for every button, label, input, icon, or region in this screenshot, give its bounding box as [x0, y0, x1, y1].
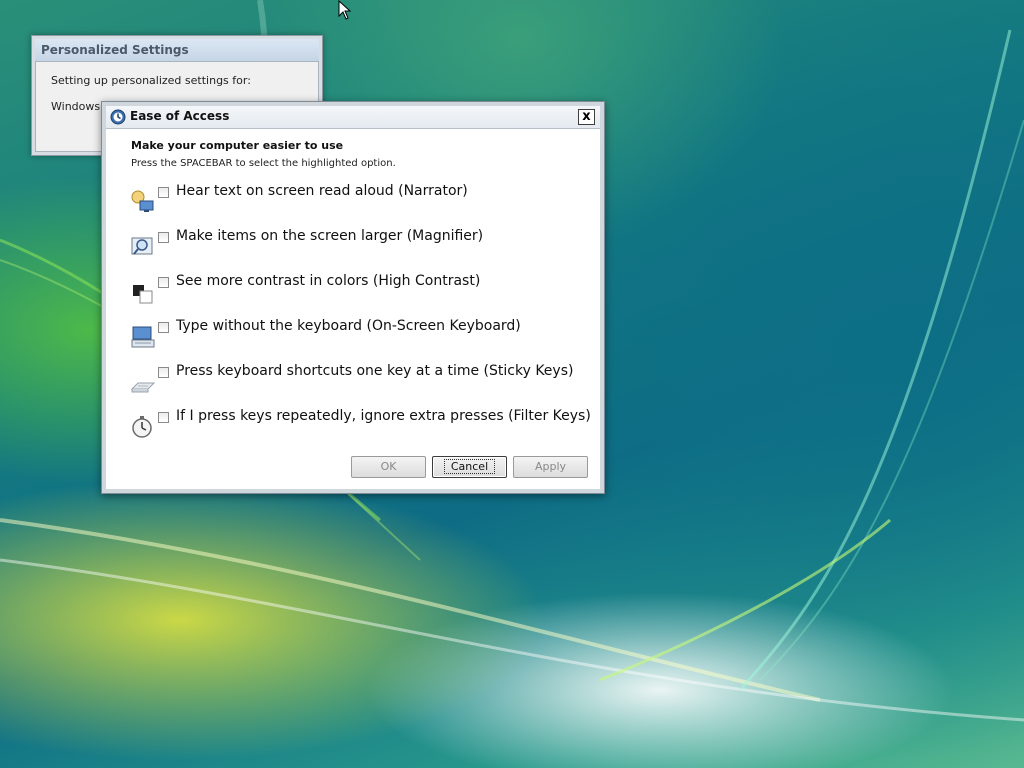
apply-button-label: Apply: [534, 460, 567, 473]
filter-keys-icon: [132, 416, 152, 438]
on-screen-keyboard-checkbox[interactable]: [158, 322, 169, 333]
filter-keys-checkbox[interactable]: [158, 412, 169, 423]
personalized-settings-title: Personalized Settings: [35, 39, 319, 61]
sticky-keys-label[interactable]: Press keyboard shortcuts one key at a ti…: [176, 363, 573, 379]
mouse-cursor-icon: [338, 0, 352, 20]
close-button[interactable]: x: [578, 109, 595, 125]
on-screen-keyboard-icon: [131, 326, 155, 348]
option-narrator[interactable]: Hear text on screen read aloud (Narrator…: [126, 183, 586, 221]
option-on-screen-keyboard[interactable]: Type without the keyboard (On-Screen Key…: [126, 318, 586, 356]
filter-keys-label[interactable]: If I press keys repeatedly, ignore extra…: [176, 408, 591, 424]
cancel-button-label: Cancel: [443, 459, 496, 474]
dialog-title: Ease of Access: [130, 109, 230, 123]
magnifier-checkbox[interactable]: [158, 232, 169, 243]
sticky-keys-checkbox[interactable]: [158, 367, 169, 378]
dialog-instructions: Press the SPACEBAR to select the highlig…: [131, 158, 396, 169]
high-contrast-checkbox[interactable]: [158, 277, 169, 288]
high-contrast-label[interactable]: See more contrast in colors (High Contra…: [176, 273, 480, 289]
close-icon: x: [582, 109, 591, 124]
sticky-keys-icon: [130, 382, 156, 393]
dialog-heading: Make your computer easier to use: [131, 139, 344, 152]
option-sticky-keys[interactable]: Press keyboard shortcuts one key at a ti…: [126, 363, 586, 401]
personalized-settings-status: Setting up personalized settings for:: [51, 74, 251, 87]
magnifier-label[interactable]: Make items on the screen larger (Magnifi…: [176, 228, 483, 244]
dialog-titlebar[interactable]: Ease of Access x: [106, 106, 600, 129]
high-contrast-icon: [133, 285, 153, 304]
cancel-button[interactable]: Cancel: [432, 456, 507, 478]
option-high-contrast[interactable]: See more contrast in colors (High Contra…: [126, 273, 586, 311]
ok-button[interactable]: OK: [351, 456, 426, 478]
ease-of-access-icon: [110, 109, 126, 125]
ease-of-access-dialog: Ease of Access x Make your computer easi…: [101, 101, 605, 494]
option-filter-keys[interactable]: If I press keys repeatedly, ignore extra…: [126, 408, 591, 446]
ok-button-label: OK: [380, 460, 397, 473]
narrator-label[interactable]: Hear text on screen read aloud (Narrator…: [176, 183, 468, 199]
magnifier-icon: [131, 237, 153, 255]
option-magnifier[interactable]: Make items on the screen larger (Magnifi…: [126, 228, 586, 266]
apply-button[interactable]: Apply: [513, 456, 588, 478]
on-screen-keyboard-label[interactable]: Type without the keyboard (On-Screen Key…: [176, 318, 521, 334]
narrator-icon: [131, 190, 154, 212]
dialog-content: Make your computer easier to use Press t…: [106, 129, 600, 489]
narrator-checkbox[interactable]: [158, 187, 169, 198]
